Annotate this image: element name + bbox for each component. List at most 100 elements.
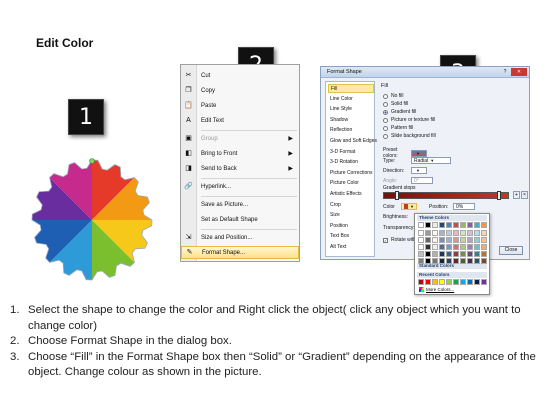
color-swatch[interactable] [425, 258, 431, 264]
color-swatch[interactable] [446, 230, 452, 236]
color-swatch[interactable] [474, 244, 480, 250]
color-picker-button[interactable]: ▼ [401, 203, 417, 210]
rotation-handle[interactable] [89, 158, 95, 164]
category-item[interactable]: 3-D Rotation [328, 158, 374, 167]
color-swatch[interactable] [418, 258, 424, 264]
color-swatch[interactable] [460, 237, 466, 243]
category-item[interactable]: Artistic Effects [328, 190, 374, 199]
category-item[interactable]: Crop [328, 201, 374, 210]
context-menu-item[interactable]: A Edit Text [181, 114, 299, 127]
standard-color-swatch[interactable] [418, 279, 424, 285]
color-swatch[interactable] [474, 251, 480, 257]
color-swatch[interactable] [432, 237, 438, 243]
color-swatch[interactable] [481, 251, 487, 257]
context-menu-item[interactable]: 🔗 Hyperlink... [181, 180, 299, 193]
fill-option-radio[interactable]: No fill [383, 93, 404, 99]
category-item[interactable]: Line Style [328, 105, 374, 114]
color-swatch[interactable] [460, 258, 466, 264]
direction-dropdown[interactable]: ▼ [411, 167, 427, 174]
add-stop-button[interactable]: + [513, 191, 520, 199]
color-swatch[interactable] [439, 237, 445, 243]
standard-color-swatch[interactable] [432, 279, 438, 285]
color-swatch[interactable] [425, 237, 431, 243]
gradient-stop-handle[interactable] [395, 191, 399, 200]
color-swatch[interactable] [453, 237, 459, 243]
color-swatch[interactable] [453, 258, 459, 264]
color-swatch[interactable] [425, 222, 431, 228]
color-swatch[interactable] [481, 258, 487, 264]
color-swatch[interactable] [425, 244, 431, 250]
color-swatch[interactable] [460, 251, 466, 257]
standard-color-swatch[interactable] [439, 279, 445, 285]
category-item[interactable]: Shadow [328, 116, 374, 125]
standard-color-swatch[interactable] [453, 279, 459, 285]
category-item[interactable]: Fill [328, 84, 374, 93]
context-menu-item[interactable]: ⇲ Size and Position... [181, 231, 299, 244]
preset-colors-dropdown[interactable]: ▼ [411, 149, 427, 157]
color-swatch[interactable] [474, 230, 480, 236]
color-swatch[interactable] [418, 222, 424, 228]
category-item[interactable]: Picture Color [328, 179, 374, 188]
category-item[interactable]: Picture Corrections [328, 169, 374, 178]
category-item[interactable]: Alt Text [328, 243, 374, 252]
standard-color-swatch[interactable] [474, 279, 480, 285]
fill-option-radio[interactable]: Gradient fill [383, 109, 416, 115]
color-swatch[interactable] [439, 244, 445, 250]
color-swatch[interactable] [453, 230, 459, 236]
color-swatch[interactable] [439, 258, 445, 264]
color-swatch[interactable] [453, 222, 459, 228]
color-swatch[interactable] [481, 230, 487, 236]
color-swatch[interactable] [474, 237, 480, 243]
context-menu-item[interactable]: ◧ Bring to Front ▶ [181, 147, 299, 160]
color-swatch[interactable] [453, 251, 459, 257]
color-swatch[interactable] [432, 258, 438, 264]
standard-color-swatch[interactable] [425, 279, 431, 285]
context-menu-item[interactable]: 📋 Paste [181, 99, 299, 112]
rotate-checkbox[interactable]: ✓ [383, 237, 388, 243]
color-swatch[interactable] [439, 222, 445, 228]
color-swatch[interactable] [481, 222, 487, 228]
color-swatch[interactable] [418, 237, 424, 243]
color-swatch[interactable] [481, 237, 487, 243]
color-swatch[interactable] [467, 244, 473, 250]
context-menu-item[interactable]: ▣ Group ▶ [181, 132, 299, 145]
more-colors-item[interactable]: More Colors... [419, 287, 454, 292]
standard-color-swatch[interactable] [446, 279, 452, 285]
category-item[interactable]: Reflection [328, 126, 374, 135]
help-button[interactable]: ? [501, 68, 509, 76]
category-item[interactable]: Size [328, 211, 374, 220]
category-item[interactable]: Line Color [328, 95, 374, 104]
color-swatch[interactable] [467, 237, 473, 243]
color-swatch[interactable] [446, 244, 452, 250]
context-menu-item[interactable]: ✂ Cut [181, 69, 299, 82]
color-swatch[interactable] [418, 230, 424, 236]
category-item[interactable]: 3-D Format [328, 148, 374, 157]
color-swatch[interactable] [467, 258, 473, 264]
context-menu-item[interactable]: ❐ Copy [181, 84, 299, 97]
color-swatch[interactable] [425, 251, 431, 257]
color-swatch[interactable] [446, 251, 452, 257]
color-swatch[interactable] [432, 222, 438, 228]
fill-option-radio[interactable]: Solid fill [383, 101, 408, 107]
gradient-bar[interactable] [383, 192, 509, 199]
color-swatch[interactable] [474, 222, 480, 228]
category-item[interactable]: Position [328, 222, 374, 231]
color-swatch[interactable] [460, 230, 466, 236]
category-item[interactable]: Text Box [328, 232, 374, 241]
context-menu-item[interactable]: Save as Picture... [181, 198, 299, 211]
color-swatch[interactable] [439, 230, 445, 236]
color-swatch[interactable] [439, 251, 445, 257]
standard-color-swatch[interactable] [481, 279, 487, 285]
color-swatch[interactable] [453, 244, 459, 250]
color-swatch[interactable] [425, 230, 431, 236]
type-dropdown[interactable]: Radial ▼ [411, 157, 451, 164]
angle-input[interactable]: 0° [411, 177, 433, 184]
position-input[interactable]: 0% [453, 203, 475, 210]
fill-option-radio[interactable]: Pattern fill [383, 125, 413, 131]
color-swatch[interactable] [474, 258, 480, 264]
color-swatch[interactable] [418, 251, 424, 257]
remove-stop-button[interactable]: × [521, 191, 528, 199]
dialog-close-button[interactable]: ✕ [511, 68, 527, 76]
close-button[interactable]: Close [499, 246, 523, 255]
category-item[interactable]: Glow and Soft Edges [328, 137, 377, 146]
